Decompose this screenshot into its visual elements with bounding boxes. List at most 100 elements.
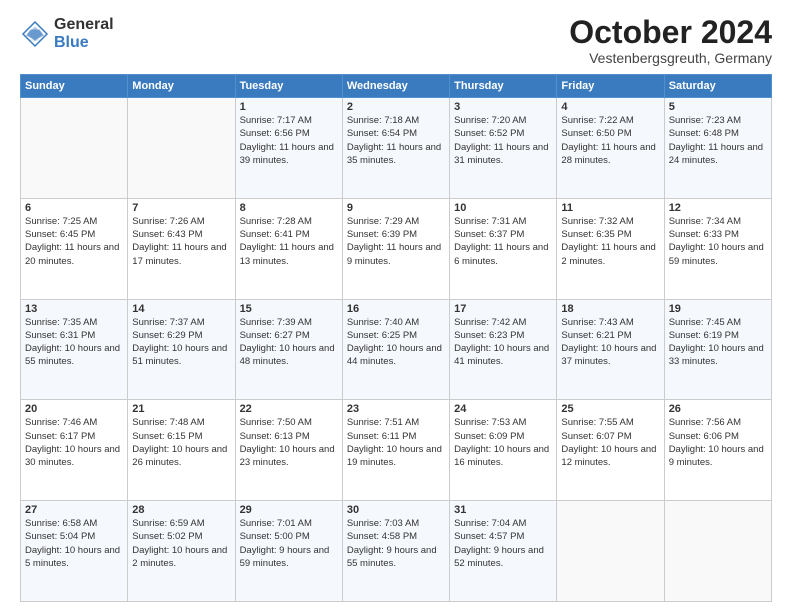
- calendar-cell: 14Sunrise: 7:37 AMSunset: 6:29 PMDayligh…: [128, 299, 235, 400]
- day-info: Sunrise: 7:18 AMSunset: 6:54 PMDaylight:…: [347, 114, 445, 167]
- day-header-friday: Friday: [557, 75, 664, 98]
- calendar-cell: 22Sunrise: 7:50 AMSunset: 6:13 PMDayligh…: [235, 400, 342, 501]
- day-info: Sunrise: 7:46 AMSunset: 6:17 PMDaylight:…: [25, 416, 123, 469]
- day-info: Sunrise: 7:50 AMSunset: 6:13 PMDaylight:…: [240, 416, 338, 469]
- calendar-cell: 26Sunrise: 7:56 AMSunset: 6:06 PMDayligh…: [664, 400, 771, 501]
- page: General Blue October 2024 Vestenbergsgre…: [0, 0, 792, 612]
- week-row-4: 20Sunrise: 7:46 AMSunset: 6:17 PMDayligh…: [21, 400, 772, 501]
- day-info: Sunrise: 7:03 AMSunset: 4:58 PMDaylight:…: [347, 517, 445, 570]
- day-number: 25: [561, 403, 659, 415]
- day-number: 16: [347, 303, 445, 315]
- day-info: Sunrise: 7:22 AMSunset: 6:50 PMDaylight:…: [561, 114, 659, 167]
- day-number: 2: [347, 101, 445, 113]
- calendar-cell: 15Sunrise: 7:39 AMSunset: 6:27 PMDayligh…: [235, 299, 342, 400]
- day-header-monday: Monday: [128, 75, 235, 98]
- title-section: October 2024 Vestenbergsgreuth, Germany: [569, 16, 772, 66]
- calendar-cell: 31Sunrise: 7:04 AMSunset: 4:57 PMDayligh…: [450, 501, 557, 602]
- calendar-cell: 23Sunrise: 7:51 AMSunset: 6:11 PMDayligh…: [342, 400, 449, 501]
- calendar-cell: 5Sunrise: 7:23 AMSunset: 6:48 PMDaylight…: [664, 98, 771, 199]
- calendar-cell: 12Sunrise: 7:34 AMSunset: 6:33 PMDayligh…: [664, 198, 771, 299]
- day-info: Sunrise: 7:43 AMSunset: 6:21 PMDaylight:…: [561, 316, 659, 369]
- calendar-cell: 1Sunrise: 7:17 AMSunset: 6:56 PMDaylight…: [235, 98, 342, 199]
- day-number: 6: [25, 202, 123, 214]
- day-info: Sunrise: 7:29 AMSunset: 6:39 PMDaylight:…: [347, 215, 445, 268]
- calendar-cell: 28Sunrise: 6:59 AMSunset: 5:02 PMDayligh…: [128, 501, 235, 602]
- day-info: Sunrise: 6:59 AMSunset: 5:02 PMDaylight:…: [132, 517, 230, 570]
- day-info: Sunrise: 7:56 AMSunset: 6:06 PMDaylight:…: [669, 416, 767, 469]
- calendar-cell: 20Sunrise: 7:46 AMSunset: 6:17 PMDayligh…: [21, 400, 128, 501]
- header: General Blue October 2024 Vestenbergsgre…: [20, 16, 772, 66]
- day-number: 1: [240, 101, 338, 113]
- day-number: 28: [132, 504, 230, 516]
- month-title: October 2024: [569, 16, 772, 48]
- day-info: Sunrise: 7:35 AMSunset: 6:31 PMDaylight:…: [25, 316, 123, 369]
- day-info: Sunrise: 7:23 AMSunset: 6:48 PMDaylight:…: [669, 114, 767, 167]
- day-info: Sunrise: 7:45 AMSunset: 6:19 PMDaylight:…: [669, 316, 767, 369]
- day-info: Sunrise: 7:25 AMSunset: 6:45 PMDaylight:…: [25, 215, 123, 268]
- calendar-cell: 2Sunrise: 7:18 AMSunset: 6:54 PMDaylight…: [342, 98, 449, 199]
- day-number: 13: [25, 303, 123, 315]
- day-number: 7: [132, 202, 230, 214]
- calendar-cell: 30Sunrise: 7:03 AMSunset: 4:58 PMDayligh…: [342, 501, 449, 602]
- day-info: Sunrise: 7:34 AMSunset: 6:33 PMDaylight:…: [669, 215, 767, 268]
- day-number: 17: [454, 303, 552, 315]
- day-info: Sunrise: 7:40 AMSunset: 6:25 PMDaylight:…: [347, 316, 445, 369]
- calendar-cell: 25Sunrise: 7:55 AMSunset: 6:07 PMDayligh…: [557, 400, 664, 501]
- calendar-cell: [21, 98, 128, 199]
- calendar-cell: 4Sunrise: 7:22 AMSunset: 6:50 PMDaylight…: [557, 98, 664, 199]
- week-row-5: 27Sunrise: 6:58 AMSunset: 5:04 PMDayligh…: [21, 501, 772, 602]
- day-info: Sunrise: 7:55 AMSunset: 6:07 PMDaylight:…: [561, 416, 659, 469]
- day-info: Sunrise: 7:31 AMSunset: 6:37 PMDaylight:…: [454, 215, 552, 268]
- day-info: Sunrise: 7:01 AMSunset: 5:00 PMDaylight:…: [240, 517, 338, 570]
- calendar-cell: 11Sunrise: 7:32 AMSunset: 6:35 PMDayligh…: [557, 198, 664, 299]
- day-header-saturday: Saturday: [664, 75, 771, 98]
- day-number: 14: [132, 303, 230, 315]
- day-info: Sunrise: 7:32 AMSunset: 6:35 PMDaylight:…: [561, 215, 659, 268]
- day-number: 11: [561, 202, 659, 214]
- day-info: Sunrise: 7:20 AMSunset: 6:52 PMDaylight:…: [454, 114, 552, 167]
- day-number: 9: [347, 202, 445, 214]
- day-header-tuesday: Tuesday: [235, 75, 342, 98]
- day-number: 5: [669, 101, 767, 113]
- day-info: Sunrise: 7:17 AMSunset: 6:56 PMDaylight:…: [240, 114, 338, 167]
- day-info: Sunrise: 7:39 AMSunset: 6:27 PMDaylight:…: [240, 316, 338, 369]
- calendar-cell: 17Sunrise: 7:42 AMSunset: 6:23 PMDayligh…: [450, 299, 557, 400]
- day-number: 31: [454, 504, 552, 516]
- calendar-cell: 19Sunrise: 7:45 AMSunset: 6:19 PMDayligh…: [664, 299, 771, 400]
- calendar-cell: 9Sunrise: 7:29 AMSunset: 6:39 PMDaylight…: [342, 198, 449, 299]
- day-number: 27: [25, 504, 123, 516]
- day-info: Sunrise: 7:26 AMSunset: 6:43 PMDaylight:…: [132, 215, 230, 268]
- week-row-2: 6Sunrise: 7:25 AMSunset: 6:45 PMDaylight…: [21, 198, 772, 299]
- calendar-cell: 27Sunrise: 6:58 AMSunset: 5:04 PMDayligh…: [21, 501, 128, 602]
- day-number: 20: [25, 403, 123, 415]
- calendar-header-row: SundayMondayTuesdayWednesdayThursdayFrid…: [21, 75, 772, 98]
- calendar-cell: 24Sunrise: 7:53 AMSunset: 6:09 PMDayligh…: [450, 400, 557, 501]
- logo-text: General Blue: [54, 16, 114, 51]
- day-number: 24: [454, 403, 552, 415]
- calendar-cell: [557, 501, 664, 602]
- day-number: 8: [240, 202, 338, 214]
- day-info: Sunrise: 7:42 AMSunset: 6:23 PMDaylight:…: [454, 316, 552, 369]
- day-number: 10: [454, 202, 552, 214]
- calendar-cell: 18Sunrise: 7:43 AMSunset: 6:21 PMDayligh…: [557, 299, 664, 400]
- day-number: 30: [347, 504, 445, 516]
- day-header-thursday: Thursday: [450, 75, 557, 98]
- day-info: Sunrise: 7:53 AMSunset: 6:09 PMDaylight:…: [454, 416, 552, 469]
- day-info: Sunrise: 7:04 AMSunset: 4:57 PMDaylight:…: [454, 517, 552, 570]
- calendar-cell: 21Sunrise: 7:48 AMSunset: 6:15 PMDayligh…: [128, 400, 235, 501]
- day-number: 18: [561, 303, 659, 315]
- day-header-wednesday: Wednesday: [342, 75, 449, 98]
- calendar-cell: 3Sunrise: 7:20 AMSunset: 6:52 PMDaylight…: [450, 98, 557, 199]
- week-row-1: 1Sunrise: 7:17 AMSunset: 6:56 PMDaylight…: [21, 98, 772, 199]
- calendar-cell: 7Sunrise: 7:26 AMSunset: 6:43 PMDaylight…: [128, 198, 235, 299]
- day-number: 23: [347, 403, 445, 415]
- day-info: Sunrise: 7:37 AMSunset: 6:29 PMDaylight:…: [132, 316, 230, 369]
- calendar-table: SundayMondayTuesdayWednesdayThursdayFrid…: [20, 74, 772, 602]
- day-info: Sunrise: 7:48 AMSunset: 6:15 PMDaylight:…: [132, 416, 230, 469]
- calendar-cell: 16Sunrise: 7:40 AMSunset: 6:25 PMDayligh…: [342, 299, 449, 400]
- day-number: 15: [240, 303, 338, 315]
- calendar-cell: 10Sunrise: 7:31 AMSunset: 6:37 PMDayligh…: [450, 198, 557, 299]
- day-number: 29: [240, 504, 338, 516]
- day-number: 12: [669, 202, 767, 214]
- calendar-cell: [128, 98, 235, 199]
